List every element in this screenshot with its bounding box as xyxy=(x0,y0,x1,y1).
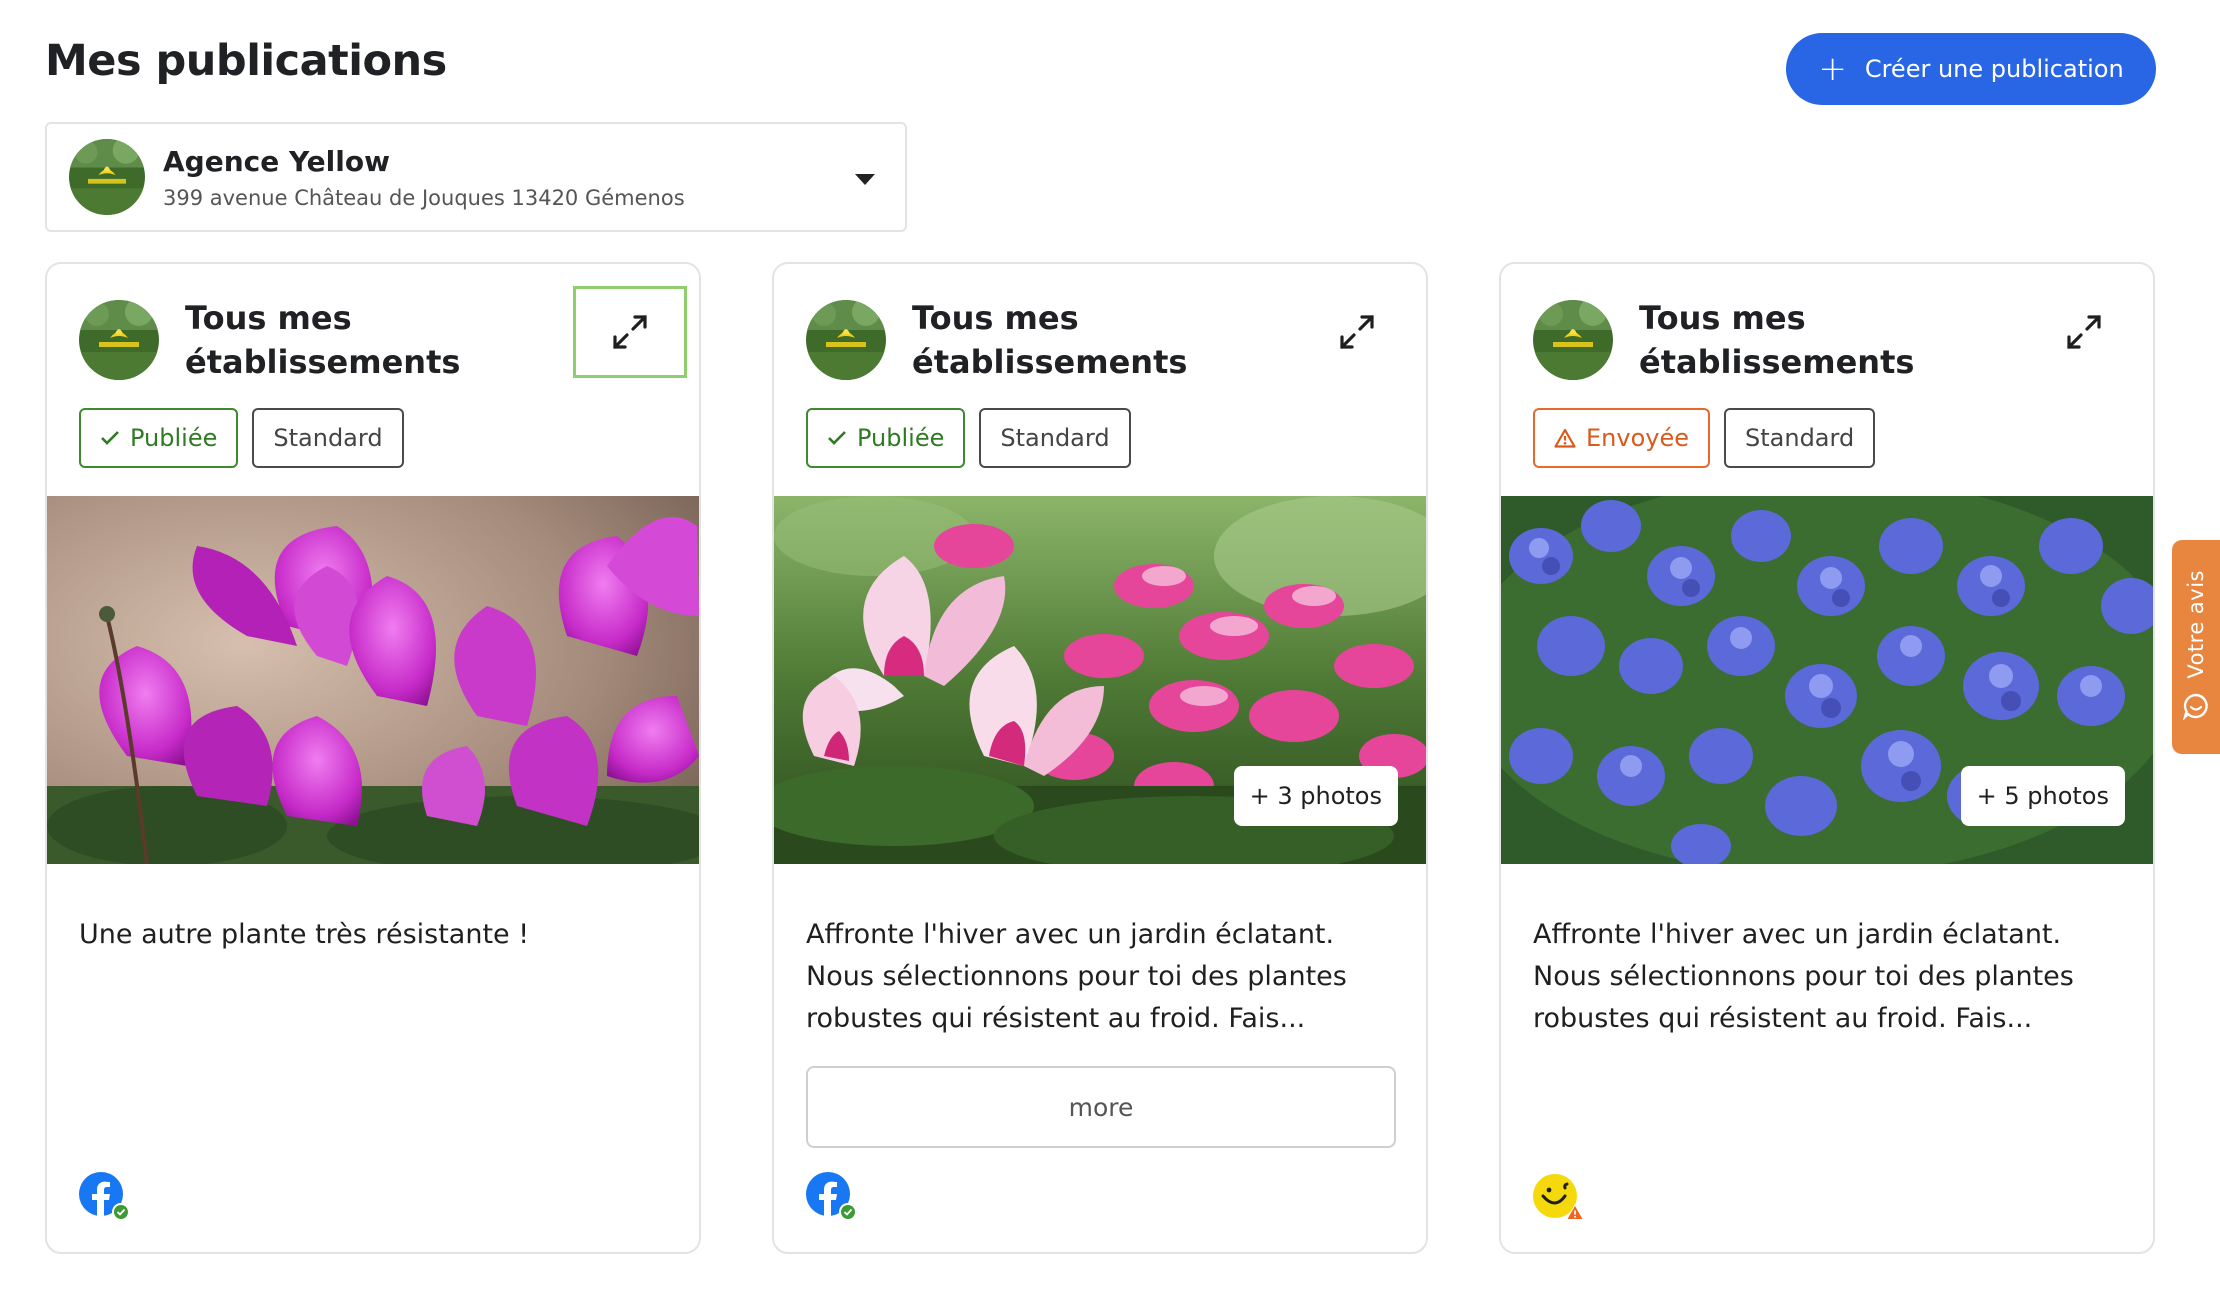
publication-card[interactable]: Tous mes établissements Publiée Standard xyxy=(45,262,701,1254)
card-title: Tous mes établissements xyxy=(1639,299,1915,381)
type-badge: Standard xyxy=(979,408,1131,468)
chat-bubble-icon xyxy=(2182,692,2210,724)
establishment-address: 399 avenue Château de Jouques 13420 Géme… xyxy=(163,185,685,210)
page-title: Mes publications xyxy=(45,36,447,86)
facebook-icon xyxy=(79,1172,131,1224)
type-label: Standard xyxy=(1000,424,1110,452)
publication-text: Une autre plante très résistante ! xyxy=(79,919,530,950)
status-label: Envoyée xyxy=(1586,424,1689,452)
status-badge: Envoyée xyxy=(1533,408,1710,468)
plus-icon: + xyxy=(1818,49,1847,89)
publication-photo[interactable] xyxy=(47,496,699,864)
status-label: Publiée xyxy=(130,424,218,452)
establishment-selector[interactable]: Agence Yellow 399 avenue Château de Jouq… xyxy=(45,122,907,232)
status-label: Publiée xyxy=(857,424,945,452)
chevron-down-icon[interactable] xyxy=(855,174,875,185)
expand-button[interactable] xyxy=(1300,286,1414,378)
publication-photo[interactable]: + 3 photos xyxy=(774,496,1426,864)
warning-icon xyxy=(1554,428,1576,448)
type-badge: Standard xyxy=(252,408,404,468)
card-title: Tous mes établissements xyxy=(185,299,461,381)
expand-icon xyxy=(1340,315,1374,349)
publication-card[interactable]: Tous mes établissements Envoyée Standard xyxy=(1499,262,2155,1254)
create-publication-button[interactable]: + Créer une publication xyxy=(1786,33,2156,105)
photo-count-badge[interactable]: + 3 photos xyxy=(1233,766,1398,826)
expand-icon xyxy=(613,315,647,349)
check-icon xyxy=(827,430,847,446)
status-badge: Publiée xyxy=(79,408,239,468)
expand-button[interactable] xyxy=(2027,286,2141,378)
card-title: Tous mes établissements xyxy=(912,299,1188,381)
expand-icon xyxy=(2067,315,2101,349)
establishment-name: Agence Yellow xyxy=(163,144,390,178)
photo-count-badge[interactable]: + 5 photos xyxy=(1960,766,2125,826)
publication-card[interactable]: Tous mes établissements Publiée Standard xyxy=(772,262,1428,1254)
create-publication-label: Créer une publication xyxy=(1864,55,2124,83)
status-badge: Publiée xyxy=(806,408,966,468)
avatar xyxy=(1533,300,1613,380)
avatar xyxy=(79,300,159,380)
avatar xyxy=(69,139,145,215)
feedback-label: Votre avis xyxy=(2184,569,2208,679)
publication-text: Affronte l'hiver avec un jardin éclatant… xyxy=(806,919,1347,1034)
publication-photo[interactable]: + 5 photos xyxy=(1501,496,2153,864)
type-badge: Standard xyxy=(1724,408,1876,468)
smiley-icon xyxy=(1533,1172,1585,1224)
avatar xyxy=(806,300,886,380)
type-label: Standard xyxy=(273,424,383,452)
type-label: Standard xyxy=(1745,424,1855,452)
publication-text: Affronte l'hiver avec un jardin éclatant… xyxy=(1533,919,2074,1034)
more-button[interactable]: more xyxy=(806,1066,1396,1148)
expand-button[interactable] xyxy=(573,286,687,378)
feedback-tab[interactable]: Votre avis xyxy=(2172,540,2220,754)
facebook-icon xyxy=(806,1172,858,1224)
check-icon xyxy=(100,430,120,446)
